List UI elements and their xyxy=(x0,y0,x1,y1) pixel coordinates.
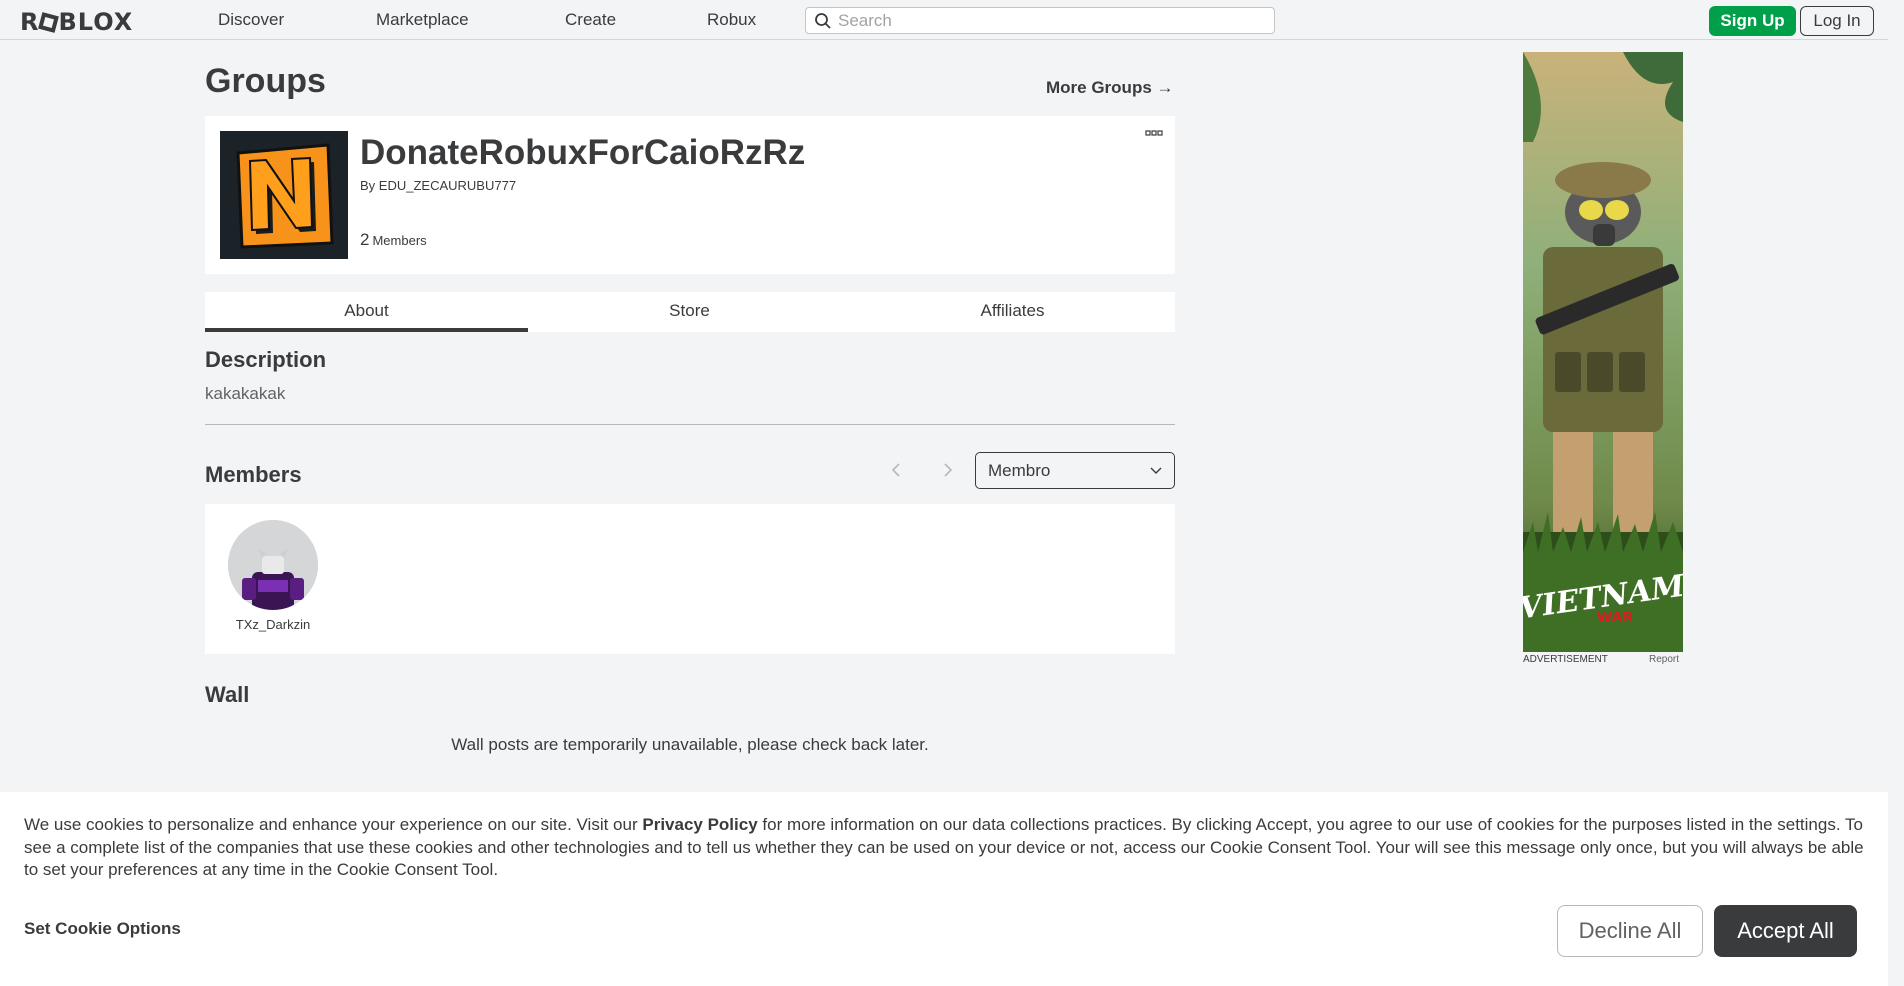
members-heading: Members xyxy=(205,462,302,487)
decline-all-button[interactable]: Decline All xyxy=(1557,905,1703,957)
sign-up-button[interactable]: Sign Up xyxy=(1709,6,1796,36)
cookie-consent-banner: We use cookies to personalize and enhanc… xyxy=(0,792,1888,986)
tab-affiliates[interactable]: Affiliates xyxy=(851,292,1174,332)
role-dropdown-value: Membro xyxy=(988,461,1051,480)
page-scrollbar[interactable] xyxy=(1888,0,1904,986)
member-count-value: 2 xyxy=(360,230,370,249)
next-page-icon[interactable] xyxy=(938,460,958,480)
cookie-message: We use cookies to personalize and enhanc… xyxy=(24,814,1870,882)
avatar-image xyxy=(228,520,318,610)
more-options-icon[interactable] xyxy=(1145,130,1163,138)
group-name: DonateRobuxForCaioRzRz xyxy=(360,133,806,172)
description-heading: Description xyxy=(205,347,327,372)
privacy-policy-link[interactable]: Privacy Policy xyxy=(642,815,757,834)
description-text: kakakakak xyxy=(205,384,286,403)
report-ad-link[interactable]: Report xyxy=(1649,654,1679,665)
search-input[interactable] xyxy=(838,8,1268,33)
previous-page-icon[interactable] xyxy=(886,460,906,480)
set-cookie-options-link[interactable]: Set Cookie Options xyxy=(24,919,181,939)
advertisement-label: ADVERTISEMENT xyxy=(1523,654,1608,665)
member-username[interactable]: TXz_Darkzin xyxy=(223,617,323,632)
group-tabs: About Store Affiliates xyxy=(205,292,1175,332)
member-count: 2 Members xyxy=(360,230,427,250)
group-owner-prefix: By xyxy=(360,178,376,193)
advertisement-banner[interactable]: VIETNAM WAR xyxy=(1523,52,1683,652)
cookie-text-before: We use cookies to personalize and enhanc… xyxy=(24,815,643,834)
tab-store[interactable]: Store xyxy=(528,292,851,332)
top-navigation-bar: R BLOX Discover Marketplace Create Robux … xyxy=(0,0,1888,40)
accept-all-button[interactable]: Accept All xyxy=(1714,905,1857,957)
members-list: TXz_Darkzin xyxy=(205,504,1175,654)
advertisement-image: VIETNAM WAR xyxy=(1523,52,1683,652)
group-emblem xyxy=(220,131,348,259)
group-header-card: DonateRobuxForCaioRzRz By EDU_ZECAURUBU7… xyxy=(205,116,1175,274)
group-emblem-image xyxy=(220,131,348,259)
role-dropdown[interactable]: Membro xyxy=(975,452,1175,489)
tab-about[interactable]: About xyxy=(205,292,528,332)
wall-unavailable-message: Wall posts are temporarily unavailable, … xyxy=(451,735,929,754)
chevron-down-icon xyxy=(1150,467,1162,474)
ad-logo-subtext: WAR xyxy=(1597,610,1634,626)
search-bar xyxy=(805,7,1275,34)
member-avatar[interactable] xyxy=(228,520,318,610)
wall-heading: Wall xyxy=(205,682,250,707)
member-count-label: Members xyxy=(372,233,427,248)
nav-link-robux[interactable]: Robux xyxy=(707,10,756,30)
search-icon xyxy=(815,13,831,29)
group-owner: By EDU_ZECAURUBU777 xyxy=(360,178,516,193)
group-owner-link[interactable]: EDU_ZECAURUBU777 xyxy=(379,178,516,193)
nav-link-discover[interactable]: Discover xyxy=(218,10,284,30)
nav-link-create[interactable]: Create xyxy=(565,10,616,30)
member-card[interactable]: TXz_Darkzin xyxy=(223,520,323,632)
page-title: Groups xyxy=(205,62,326,100)
log-in-button[interactable]: Log In xyxy=(1800,6,1874,36)
nav-link-marketplace[interactable]: Marketplace xyxy=(376,10,469,30)
divider xyxy=(205,424,1175,425)
more-groups-link[interactable]: More Groups → xyxy=(1046,78,1174,98)
roblox-logo[interactable]: R BLOX xyxy=(20,8,133,36)
